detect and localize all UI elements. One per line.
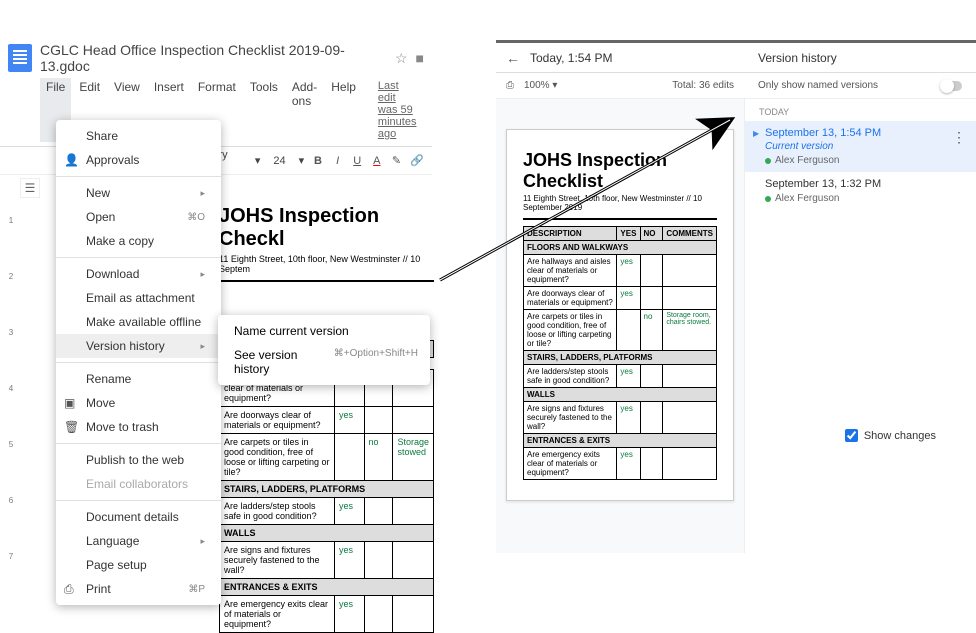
col-yes: YES [617,227,640,241]
version-name: September 13, 1:54 PM [765,127,962,139]
print-icon[interactable]: ⎙ [506,80,514,91]
menu-item-make-copy[interactable]: Make a copy [56,229,221,253]
version-author: Alex Ferguson [765,155,962,166]
vh-timestamp: Today, 1:54 PM [530,51,613,65]
menu-tools[interactable]: Tools [244,78,284,142]
chevron-right-icon: ▸ [200,536,205,547]
menu-item-rename[interactable]: Rename [56,367,221,391]
doc-heading: JOHS Inspection Checklist [523,150,717,192]
version-history-submenu: Name current version See version history… [218,315,430,385]
submenu-see-version-history[interactable]: See version history⌘+Option+Shift+H [218,343,430,381]
menu-item-page-setup[interactable]: Page setup [56,553,221,577]
doc-header: CGLC Head Office Inspection Checklist 20… [0,40,432,76]
checklist-table-right: DESCRIPTION YES NO COMMENTS FLOORS AND W… [523,226,717,480]
vh-panel-title: Version history [744,51,976,65]
menu-item-new[interactable]: New▸ [56,181,221,205]
col-comments: COMMENTS [663,227,717,241]
version-history-sidebar: TODAY ▶ September 13, 1:54 PM Current ve… [744,99,976,553]
font-size[interactable]: 24 [268,152,290,170]
version-author: Alex Ferguson [765,193,962,204]
col-desc: DESCRIPTION [524,227,617,241]
menu-addons[interactable]: Add-ons [286,78,323,142]
insert-link-button[interactable]: 🔗 [410,154,424,167]
menu-item-move[interactable]: ▣Move [56,391,221,415]
underline-button[interactable]: U [351,155,363,167]
chevron-right-icon: ▸ [200,341,205,352]
version-item-current[interactable]: ▶ September 13, 1:54 PM Current version … [745,121,976,172]
show-changes-checkbox[interactable]: Show changes [845,429,936,442]
outline-icon[interactable]: ☰ [20,178,40,198]
vh-document-area: JOHS Inspection Checklist 11 Eighth Stre… [496,99,744,553]
total-edits: Total: 36 edits [672,80,734,91]
menu-item-document-details[interactable]: Document details [56,505,221,529]
submenu-name-current-version[interactable]: Name current version [218,319,430,343]
menu-item-trash[interactable]: 🗑Move to trash [56,415,221,439]
collapse-icon[interactable]: ▶ [753,129,759,138]
show-changes-label: Show changes [864,430,936,442]
google-docs-window: CGLC Head Office Inspection Checklist 20… [0,40,432,550]
menu-item-email-collaborators: Email collaborators [56,472,221,496]
today-label: TODAY [745,99,976,121]
zoom-select[interactable]: 100% ▾ [524,80,557,91]
col-no: NO [640,227,663,241]
document-preview-left: JOHS Inspection Checkl 11 Eighth Street,… [219,205,434,633]
chevron-right-icon: ▸ [200,269,205,280]
star-icon[interactable]: ☆ [395,50,408,67]
back-arrow-icon[interactable]: ← [506,50,520,66]
more-options-icon[interactable]: ⋮ [952,129,966,146]
trash-icon: 🗑 [64,420,79,434]
menu-item-download[interactable]: Download▸ [56,262,221,286]
menu-item-print[interactable]: ⎙Print⌘P [56,577,221,601]
version-name: September 13, 1:32 PM [765,178,962,190]
menu-item-open[interactable]: Open⌘O [56,205,221,229]
vertical-ruler: 1234567 [6,160,16,608]
menu-item-language[interactable]: Language▸ [56,529,221,553]
italic-button[interactable]: I [332,155,344,167]
folder-icon: ▣ [64,396,75,410]
menu-item-approvals[interactable]: 👤Approvals [56,148,221,172]
version-history-window: ← Today, 1:54 PM Version history ⎙ 100% … [496,40,976,550]
show-changes-input[interactable] [845,429,858,442]
vh-toolbar: ⎙ 100% ▾ Total: 36 edits Only show named… [496,73,976,99]
menu-item-share[interactable]: Share [56,124,221,148]
only-named-label: Only show named versions [758,80,878,91]
print-icon: ⎙ [64,582,74,597]
version-item[interactable]: September 13, 1:32 PM Alex Ferguson [745,172,976,210]
chevron-right-icon: ▸ [200,188,205,199]
menu-item-offline[interactable]: Make available offline [56,310,221,334]
document-preview-right: JOHS Inspection Checklist 11 Eighth Stre… [506,129,734,501]
folder-icon[interactable]: ■ [416,50,424,66]
person-icon: 👤 [64,153,79,167]
menu-item-email-attachment[interactable]: Email as attachment [56,286,221,310]
text-color-button[interactable]: A [371,155,383,167]
current-version-label: Current version [765,141,962,152]
menu-item-version-history[interactable]: Version history▸ [56,334,221,358]
file-menu-dropdown: Share 👤Approvals New▸ Open⌘O Make a copy… [56,120,221,605]
doc-subtitle: 11 Eighth Street, 10th floor, New Westmi… [219,254,434,274]
docs-logo-icon[interactable] [8,44,32,72]
vh-header: ← Today, 1:54 PM Version history [496,43,976,73]
doc-heading: JOHS Inspection Checkl [219,205,434,251]
highlight-button[interactable]: ✎ [391,154,403,167]
last-edit-link[interactable]: Last edit was 59 minutes ago [372,78,423,142]
doc-subtitle: 11 Eighth Street, 10th floor, New Westmi… [523,194,717,212]
bold-button[interactable]: B [312,155,324,167]
menu-item-publish[interactable]: Publish to the web [56,448,221,472]
menu-help[interactable]: Help [325,78,362,142]
doc-title[interactable]: CGLC Head Office Inspection Checklist 20… [40,42,387,74]
only-named-toggle[interactable] [940,81,962,91]
